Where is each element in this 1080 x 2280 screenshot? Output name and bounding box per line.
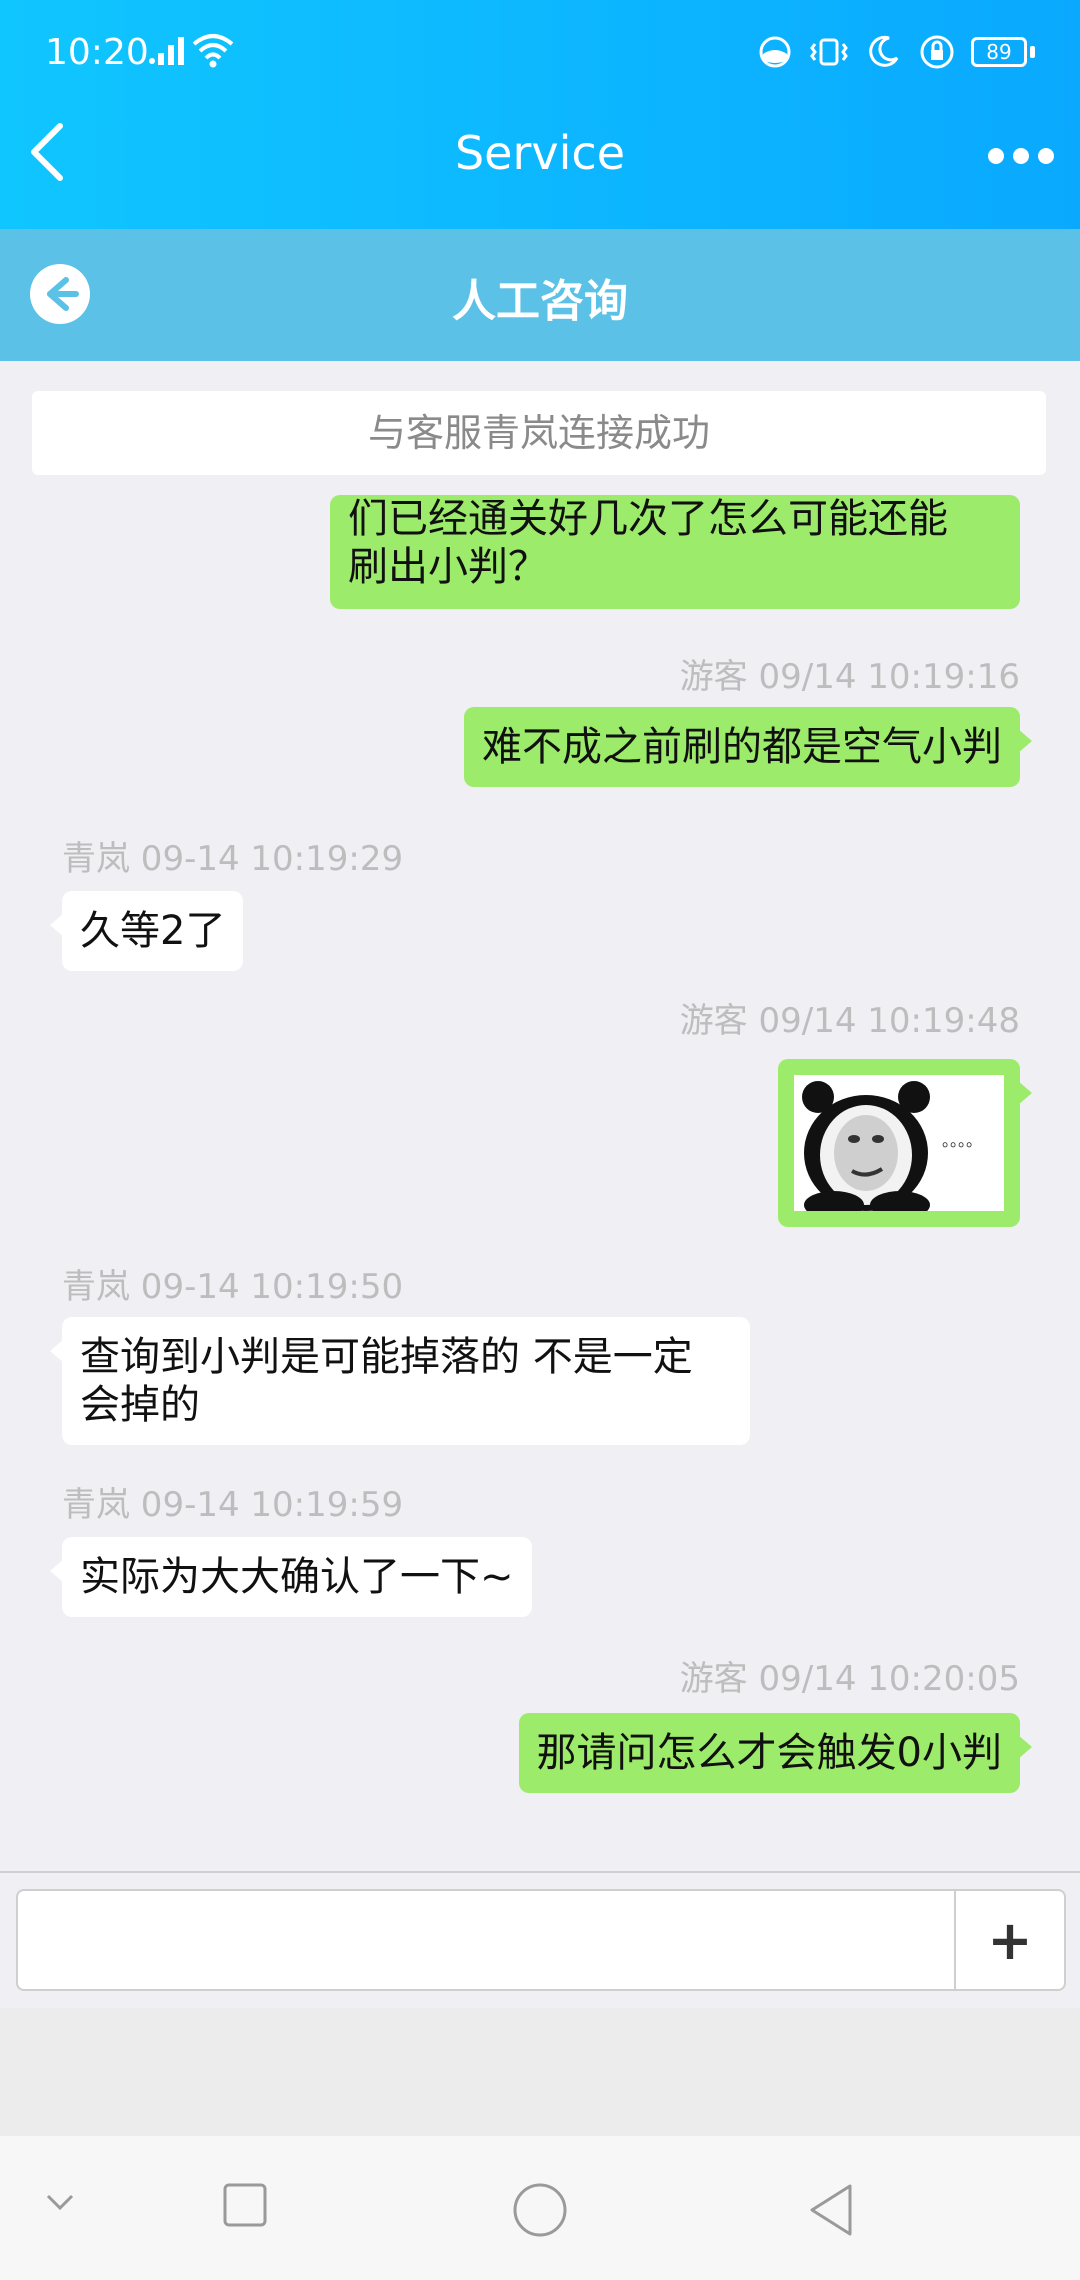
chevron-down-icon[interactable] (40, 2182, 80, 2222)
message-input[interactable] (18, 1891, 954, 1989)
recent-apps-icon[interactable] (222, 2182, 268, 2228)
plus-button[interactable]: + (954, 1891, 1064, 1989)
visitor-message-bubble[interactable]: 那请问怎么才会触发0小判 (518, 1713, 1033, 1793)
signal-icon (149, 37, 184, 65)
input-bar: + (0, 1871, 1080, 2010)
wifi-icon (192, 34, 234, 68)
chat-area[interactable]: 与客服青岚连接成功 们已经通关好几次了怎么可能还能 刷出小判？ 游客 09/14… (0, 361, 1080, 1871)
status-bar: 10:20 89 (0, 0, 1080, 110)
message-meta: 青岚 09-14 10:19:59 (62, 1485, 404, 1525)
status-time: 10:20 (45, 32, 149, 73)
message-text: 查询到小判是可能掉落的 不是一定 (80, 1334, 693, 1380)
message-meta: 青岚 09-14 10:19:50 (62, 1267, 404, 1307)
system-banner: 与客服青岚连接成功 (32, 391, 1046, 475)
visitor-message-bubble[interactable]: 们已经通关好几次了怎么可能还能 刷出小判？ (330, 495, 1020, 609)
message-text: 久等2了 (80, 908, 226, 954)
more-dot (1013, 148, 1029, 164)
more-options-icon[interactable] (988, 148, 1054, 164)
back-triangle-icon[interactable] (806, 2182, 856, 2238)
status-right-icons: 89 (755, 32, 1035, 72)
input-container: + (16, 1889, 1066, 1991)
message-text: 会掉的 (80, 1382, 200, 1428)
app-notification-icon (759, 36, 791, 68)
keyboard-placeholder-area (0, 2008, 1080, 2136)
more-dot (1038, 148, 1054, 164)
battery-level: 89 (971, 37, 1027, 67)
visitor-sticker-bubble[interactable]: 。。。。 (778, 1059, 1032, 1227)
consult-title: 人工咨询 (452, 276, 628, 327)
home-icon[interactable] (512, 2182, 568, 2238)
message-text: 刷出小判？ (348, 544, 548, 590)
agent-message-bubble[interactable]: 查询到小判是可能掉落的 不是一定 会掉的 (50, 1317, 750, 1445)
battery-indicator: 89 (971, 37, 1035, 67)
app-bar: 10:20 89 Service (0, 0, 1080, 229)
message-text: 实际为大大确认了一下~ (80, 1554, 514, 1600)
battery-cap (1030, 46, 1035, 58)
message-meta: 游客 09/14 10:19:48 (679, 1001, 1020, 1041)
consult-header: 人工咨询 (0, 229, 1080, 361)
agent-message-bubble[interactable]: 实际为大大确认了一下~ (50, 1537, 532, 1617)
message-meta: 游客 09/14 10:20:05 (679, 1659, 1020, 1699)
more-dot (988, 148, 1004, 164)
vibrate-icon (810, 38, 848, 66)
panda-meme-sticker[interactable]: 。。。。 (794, 1075, 1004, 1211)
agent-message-bubble[interactable]: 久等2了 (49, 891, 244, 971)
message-text: 们已经通关好几次了怎么可能还能 (348, 496, 948, 542)
app-title: Service (454, 126, 625, 180)
moon-icon (869, 35, 899, 67)
visitor-message-bubble[interactable]: 难不成之前刷的都是空气小判 (464, 707, 1032, 787)
message-meta: 青岚 09-14 10:19:29 (62, 839, 404, 879)
lock-rotation-icon (920, 35, 954, 69)
sticker-caption: 。。。。 (942, 1131, 983, 1150)
message-text: 难不成之前刷的都是空气小判 (482, 724, 1002, 770)
system-nav-bar (0, 2136, 1080, 2280)
message-text: 那请问怎么才会触发0小判 (536, 1730, 1002, 1776)
message-meta: 游客 09/14 10:19:16 (679, 657, 1020, 697)
